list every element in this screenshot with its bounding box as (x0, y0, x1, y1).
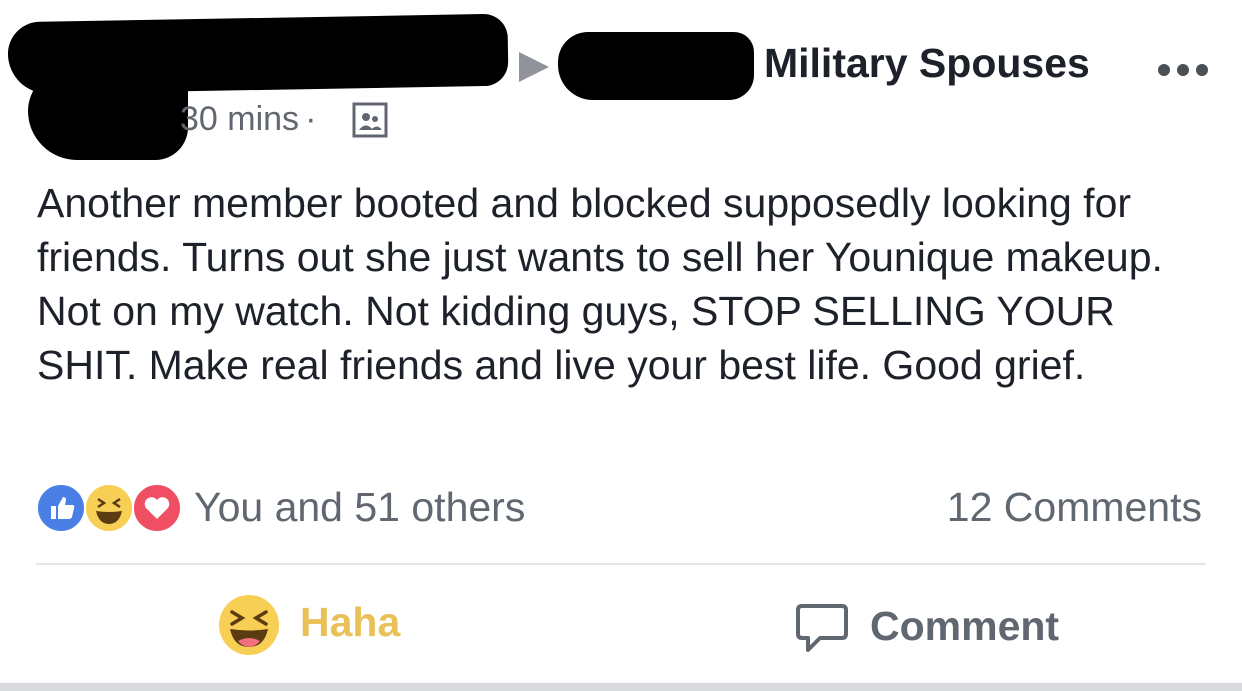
reaction-summary[interactable]: You and 51 others (194, 484, 525, 531)
post-body-text: Another member booted and blocked suppos… (37, 180, 1163, 388)
comment-count[interactable]: 12 Comments (947, 484, 1202, 531)
redacted-page-name (558, 32, 754, 100)
redacted-author-avatar (28, 70, 188, 160)
comment-icon (796, 604, 848, 652)
feed-separator (0, 683, 1242, 691)
haha-label: Haha (300, 599, 401, 645)
timestamp[interactable]: 30 mins (180, 100, 299, 138)
group-audience-icon[interactable] (352, 102, 388, 138)
group-name-link[interactable]: Military Spouses (764, 40, 1090, 87)
haha-icon (219, 595, 279, 655)
love-icon (132, 483, 182, 533)
shared-to-arrow-icon (519, 52, 549, 82)
comment-label: Comment (870, 603, 1060, 649)
meta-separator: · (305, 100, 317, 138)
like-icon (36, 483, 86, 533)
action-divider (36, 563, 1206, 565)
haha-icon (84, 483, 134, 533)
post-meta: 30 mins · (180, 100, 322, 139)
more-options-icon[interactable] (1158, 63, 1208, 77)
reaction-icons[interactable] (36, 483, 186, 533)
